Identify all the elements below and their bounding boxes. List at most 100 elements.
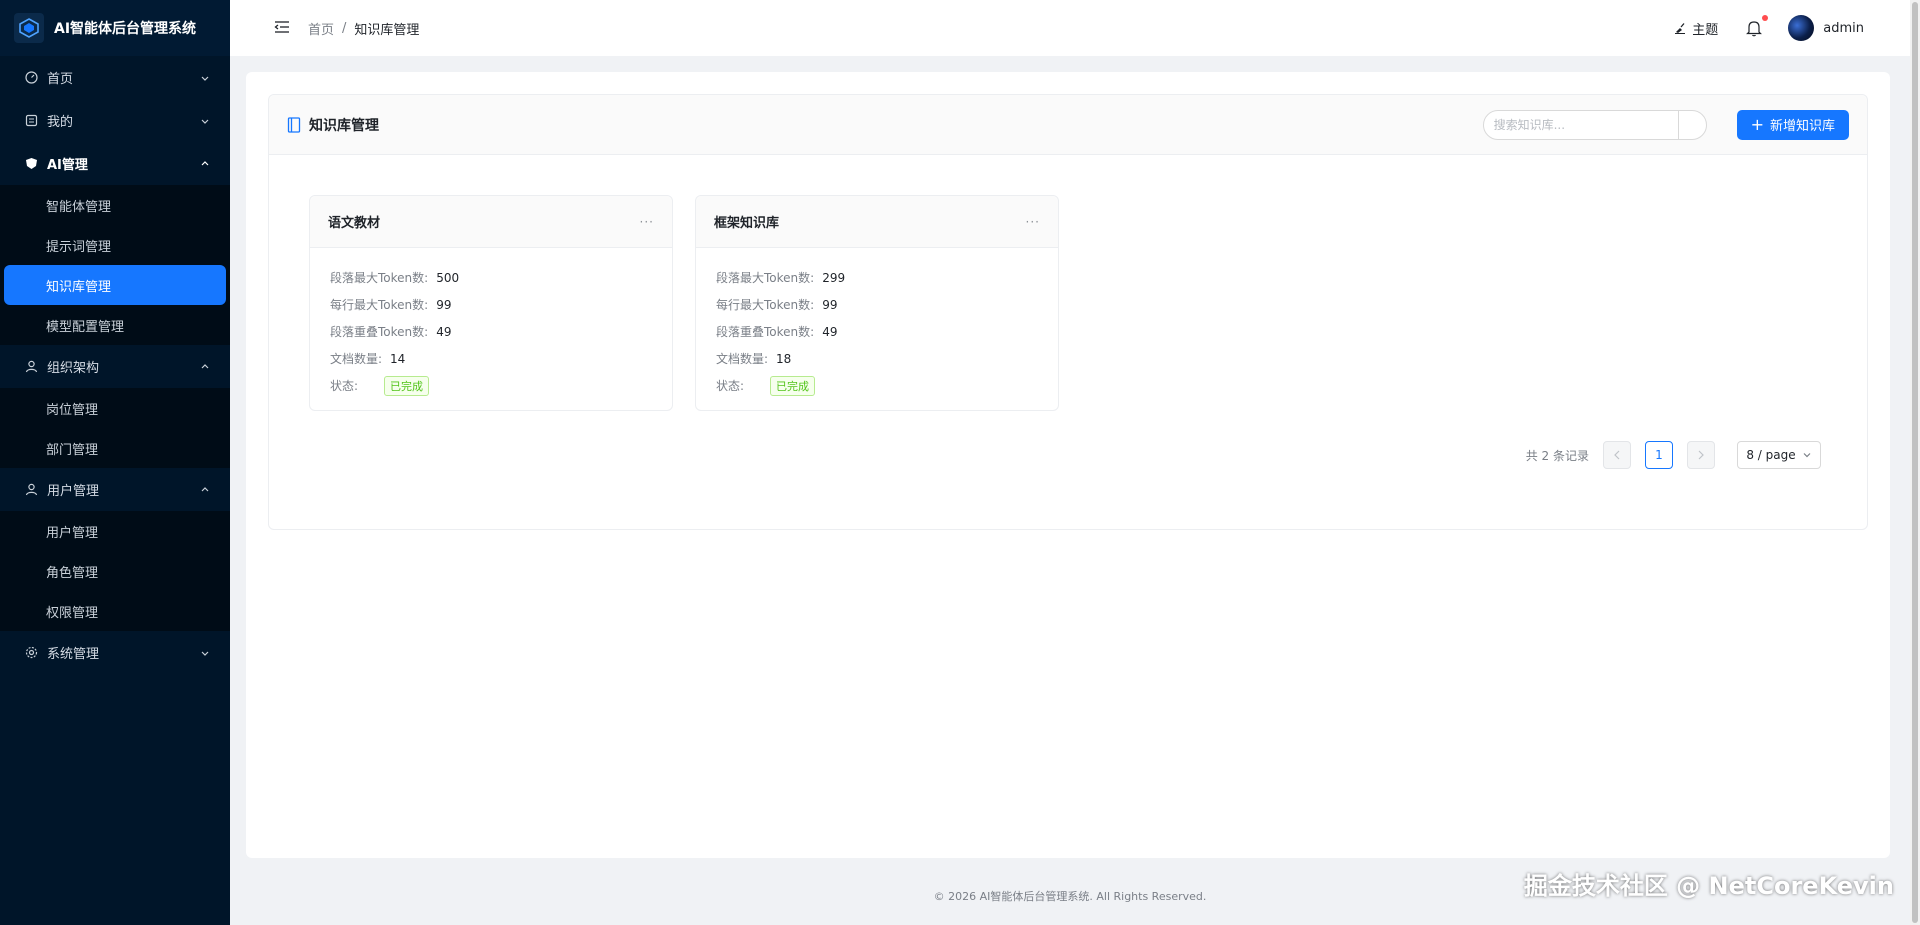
field-label: 文档数量: xyxy=(716,352,769,366)
field-value: 49 xyxy=(436,324,452,339)
menu-ai-management[interactable]: AI管理 xyxy=(0,142,230,185)
card-title: 语文教材 xyxy=(328,216,381,231)
card-status-row: 状态: 已完成 xyxy=(716,372,1038,399)
book-icon xyxy=(287,116,301,133)
chevron-down-icon xyxy=(1803,453,1811,458)
menu-mine-label: 我的 xyxy=(47,115,74,130)
card-field-row: 每行最大Token数: 99 xyxy=(330,291,652,318)
knowledge-base-card[interactable]: 框架知识库 ··· 段落最大Token数: 299 每行最大Token数: 99 段… xyxy=(695,195,1059,411)
status-badge: 已完成 xyxy=(384,375,430,396)
breadcrumb-current: 知识库管理 xyxy=(354,22,420,38)
sidebar-item-departments[interactable]: 部门管理 xyxy=(0,428,230,468)
field-value: 99 xyxy=(436,297,452,312)
more-options-icon[interactable]: ··· xyxy=(640,215,654,229)
sidebar-item-permissions[interactable]: 权限管理 xyxy=(0,591,230,631)
submenu-organization: 岗位管理 部门管理 xyxy=(0,388,230,468)
chevron-down-icon xyxy=(200,73,210,83)
user-menu[interactable]: admin xyxy=(1788,15,1864,41)
menu-home[interactable]: 首页 xyxy=(0,56,230,99)
theme-label: 主题 xyxy=(1692,22,1719,38)
field-value: 299 xyxy=(822,270,846,285)
page-number[interactable]: 1 xyxy=(1645,441,1673,469)
pagination: 共 2 条记录 1 8 / page xyxy=(1526,441,1821,469)
panel-title-text: 知识库管理 xyxy=(309,117,379,134)
sidebar-item-roles[interactable]: 角色管理 xyxy=(0,551,230,591)
card-body: 段落最大Token数: 500 每行最大Token数: 99 段落重叠Token数:… xyxy=(310,248,672,399)
card-field-row: 每行最大Token数: 99 xyxy=(716,291,1038,318)
settings-icon xyxy=(24,646,38,660)
sidebar-item-users[interactable]: 用户管理 xyxy=(0,511,230,551)
card-status-row: 状态: 已完成 xyxy=(330,372,652,399)
chevron-left-icon xyxy=(1614,450,1620,460)
org-icon xyxy=(24,360,38,374)
card-field-row: 段落最大Token数: 299 xyxy=(716,264,1038,291)
card-title: 框架知识库 xyxy=(714,216,780,231)
submenu-user-management: 用户管理 角色管理 权限管理 xyxy=(0,511,230,631)
field-label: 每行最大Token数: xyxy=(330,298,429,312)
card-field-row: 文档数量: 18 xyxy=(716,345,1038,372)
status-badge: 已完成 xyxy=(770,375,816,396)
menu-mine[interactable]: 我的 xyxy=(0,99,230,142)
watermark: 掘金技术社区 @ NetCoreKevin xyxy=(1523,872,1894,900)
sidebar-item-agents[interactable]: 智能体管理 xyxy=(0,185,230,225)
knowledge-base-panel: 知识库管理 + 新增知识库 语文教材 ··· 段落最大Token数:500 每 xyxy=(268,94,1868,530)
submenu-ai-management: 智能体管理 提示词管理 知识库管理 模型配置管理 xyxy=(0,185,230,345)
card-field-row: 段落最大Token数: 500 xyxy=(330,264,652,291)
field-value: 49 xyxy=(822,324,838,339)
next-page-button[interactable] xyxy=(1687,441,1715,469)
menu-organization[interactable]: 组织架构 xyxy=(0,345,230,388)
search-input[interactable] xyxy=(1483,110,1678,139)
notification-dot xyxy=(1762,15,1769,21)
avatar xyxy=(1788,15,1815,41)
panel-title: 知识库管理 xyxy=(287,115,1483,135)
page-size-select[interactable]: 8 / page xyxy=(1737,441,1821,469)
brand: AI智能体后台管理系统 xyxy=(0,0,230,56)
scrollbar-thumb[interactable] xyxy=(1912,2,1918,923)
field-value: 99 xyxy=(822,297,838,312)
theme-brush-icon xyxy=(1675,23,1686,34)
header-actions: 主题 admin xyxy=(1674,15,1864,41)
field-label: 段落重叠Token数: xyxy=(716,325,815,339)
add-knowledge-base-label: 新增知识库 xyxy=(1769,119,1835,134)
top-header: 首页 / 知识库管理 主题 admin xyxy=(230,0,1910,56)
page-scrollbar[interactable] xyxy=(1910,0,1920,925)
menu-system[interactable]: 系统管理 xyxy=(0,631,230,674)
more-options-icon[interactable]: ··· xyxy=(1026,215,1040,229)
sidebar-item-positions[interactable]: 岗位管理 xyxy=(0,388,230,428)
field-label: 每行最大Token数: xyxy=(716,298,815,312)
chevron-down-icon xyxy=(200,648,210,658)
breadcrumb-home[interactable]: 首页 xyxy=(308,19,334,38)
sidebar-item-prompts[interactable]: 提示词管理 xyxy=(0,225,230,265)
knowledge-base-card[interactable]: 语文教材 ··· 段落最大Token数: 500 每行最大Token数: 99 段落… xyxy=(309,195,673,411)
chevron-up-icon xyxy=(200,362,210,372)
card-field-row: 段落重叠Token数: 49 xyxy=(330,318,652,345)
card-field-row: 段落重叠Token数: 49 xyxy=(716,318,1038,345)
knowledge-base-cards: 语文教材 ··· 段落最大Token数: 500 每行最大Token数: 99 段落… xyxy=(309,195,1081,411)
prev-page-button[interactable] xyxy=(1603,441,1631,469)
breadcrumb-separator: / xyxy=(342,20,347,36)
content-area: 知识库管理 + 新增知识库 语文教材 ··· 段落最大Token数:500 每 xyxy=(246,72,1890,858)
page-size-value: 8 / page xyxy=(1746,448,1796,462)
pagination-total: 共 2 条记录 xyxy=(1525,448,1589,463)
theme-button[interactable]: 主题 xyxy=(1674,19,1718,38)
sidebar-item-model-config[interactable]: 模型配置管理 xyxy=(0,305,230,345)
card-header: 框架知识库 ··· xyxy=(696,196,1058,248)
menu-fold-icon[interactable] xyxy=(274,19,292,37)
field-label: 段落最大Token数: xyxy=(330,271,429,285)
card-header: 语文教材 ··· xyxy=(310,196,672,248)
notification-bell-icon[interactable] xyxy=(1746,15,1769,37)
profile-icon xyxy=(24,114,38,128)
add-knowledge-base-button[interactable]: + 新增知识库 xyxy=(1736,109,1849,140)
sidebar-item-knowledge-base[interactable]: 知识库管理 xyxy=(4,265,226,305)
panel-header: 知识库管理 + 新增知识库 xyxy=(269,95,1867,155)
menu-organization-label: 组织架构 xyxy=(47,361,100,376)
search-button[interactable] xyxy=(1677,110,1706,139)
menu-user-management[interactable]: 用户管理 xyxy=(0,468,230,511)
dashboard-icon xyxy=(24,71,38,85)
card-field-row: 文档数量: 14 xyxy=(330,345,652,372)
menu-ai-management-label: AI管理 xyxy=(47,158,88,173)
username: admin xyxy=(1823,20,1864,36)
menu-user-management-label: 用户管理 xyxy=(47,484,100,499)
field-label: 段落最大Token数: xyxy=(716,271,815,285)
menu-system-label: 系统管理 xyxy=(47,647,100,662)
